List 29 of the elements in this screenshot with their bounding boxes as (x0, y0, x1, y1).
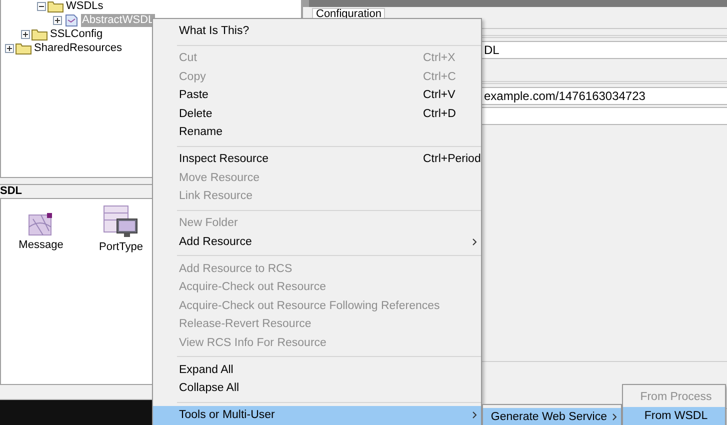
input-field[interactable]: DL (481, 41, 727, 59)
configuration-tab[interactable]: Configuration (312, 8, 386, 19)
tree-item[interactable]: SSLConfig (49, 28, 104, 40)
folder-icon (15, 42, 32, 54)
input-field[interactable]: example.com/1476163034723 (481, 87, 727, 105)
expand-icon[interactable] (5, 44, 14, 52)
menu-item[interactable]: Rename (153, 123, 481, 142)
menu-item[interactable]: What Is This? (153, 22, 481, 40)
tree-item[interactable]: WSDLs (65, 0, 104, 12)
port-type-icon (102, 205, 140, 239)
palette-item[interactable]: Message (18, 239, 64, 251)
menu-item[interactable]: Paste Ctrl+V (153, 86, 481, 104)
folder-icon (47, 0, 64, 12)
tree-item[interactable]: SharedResources (33, 42, 124, 54)
expand-icon[interactable] (21, 30, 30, 38)
document-icon (63, 14, 80, 26)
menu-item[interactable]: From WSDL (623, 406, 725, 425)
palette-item[interactable]: PortType (98, 241, 144, 253)
expand-icon[interactable] (53, 16, 62, 24)
menu-item[interactable]: Expand All (153, 360, 481, 379)
menu-item[interactable]: Tools or Multi-User (153, 406, 481, 424)
menu-item[interactable]: Generate Web Service (483, 408, 621, 425)
menu-item[interactable]: Collapse All (153, 379, 481, 398)
menu-item[interactable]: Inspect Resource Ctrl+Period (153, 150, 481, 168)
menu-item[interactable]: Add Resource (153, 232, 481, 251)
collapse-icon[interactable] (37, 2, 46, 10)
input-field[interactable] (481, 107, 727, 125)
menu-item[interactable]: Delete Ctrl+D (153, 104, 481, 123)
folder-icon (31, 28, 48, 40)
